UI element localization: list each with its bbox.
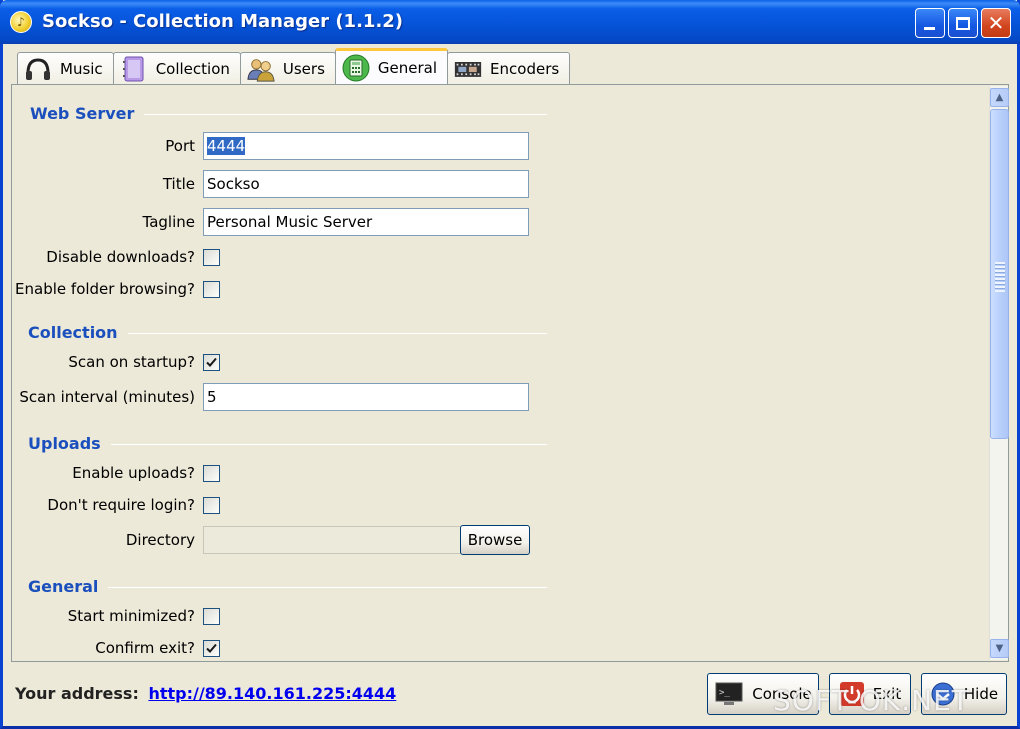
no-login-label: Don't require login? <box>47 496 195 514</box>
app-window: ♪ Sockso - Collection Manager (1.1.2) ✕ … <box>0 0 1020 729</box>
watermark: SOFT-OK.NET <box>773 684 970 717</box>
address-link[interactable]: http://89.140.161.225:4444 <box>148 684 396 703</box>
arrow-down-icon: ▼ <box>995 643 1004 654</box>
headphones-icon <box>24 56 52 82</box>
sockso-app-icon[interactable]: ♪ <box>10 11 32 33</box>
uploads-heading: Uploads <box>28 434 111 453</box>
maximize-button[interactable] <box>948 8 978 38</box>
grip-icon <box>995 262 1005 292</box>
tagline-input[interactable]: Personal Music Server <box>203 208 529 236</box>
window-title: Sockso - Collection Manager (1.1.2) <box>42 11 404 32</box>
start-minimized-label: Start minimized? <box>67 607 195 625</box>
checkmark-icon <box>206 357 217 367</box>
tab-music-label: Music <box>60 59 103 78</box>
confirm-exit-label: Confirm exit? <box>95 639 195 657</box>
checkmark-icon <box>206 643 217 653</box>
address-label: Your address: <box>15 684 139 703</box>
svg-text:>_: >_ <box>719 688 730 698</box>
address-bar: Your address: http://89.140.161.225:4444 <box>15 684 396 703</box>
close-button[interactable]: ✕ <box>981 8 1011 38</box>
browse-button[interactable]: Browse <box>460 525 530 555</box>
vertical-scrollbar[interactable]: ▲ ▼ <box>989 86 1009 660</box>
title-input[interactable]: Sockso <box>203 170 529 198</box>
port-input[interactable]: 4444 <box>203 132 529 160</box>
port-value: 4444 <box>207 137 246 155</box>
tagline-label: Tagline <box>142 213 195 231</box>
minimize-button[interactable] <box>915 8 945 38</box>
folder-browsing-checkbox[interactable] <box>203 281 220 298</box>
tab-users-label: Users <box>282 59 325 78</box>
tab-bar: Music Collection Users General Encoders <box>17 48 571 84</box>
general-heading: General <box>28 577 109 596</box>
title-label: Title <box>162 175 195 193</box>
calculator-icon <box>342 54 370 81</box>
enable-uploads-checkbox[interactable] <box>203 465 220 482</box>
port-label: Port <box>165 137 195 155</box>
disable-downloads-checkbox[interactable] <box>203 249 220 266</box>
scan-startup-label: Scan on startup? <box>68 353 195 371</box>
scroll-down-button[interactable]: ▼ <box>990 639 1009 658</box>
scan-startup-checkbox[interactable] <box>203 354 220 371</box>
close-icon: ✕ <box>987 11 1005 35</box>
enable-uploads-label: Enable uploads? <box>72 464 195 482</box>
tab-general-label: General <box>377 58 438 77</box>
web-server-heading: Web Server <box>30 104 145 123</box>
tab-encoders-label: Encoders <box>490 59 560 78</box>
section-divider <box>122 333 547 334</box>
section-divider <box>104 587 547 588</box>
tab-collection-label: Collection <box>155 59 230 78</box>
minimize-icon <box>924 27 935 30</box>
folder-browsing-label: Enable folder browsing? <box>15 280 195 298</box>
directory-input[interactable] <box>203 526 461 554</box>
no-login-checkbox[interactable] <box>203 497 220 514</box>
users-icon <box>247 56 275 82</box>
confirm-exit-checkbox[interactable] <box>203 640 220 657</box>
scan-interval-label: Scan interval (minutes) <box>19 388 195 406</box>
tab-collection[interactable]: Collection <box>112 52 241 84</box>
settings-scroll-area[interactable]: Web Server Port 4444 Title Sockso Taglin… <box>12 85 988 661</box>
console-icon: >_ <box>715 682 743 705</box>
start-minimized-checkbox[interactable] <box>203 608 220 625</box>
film-icon <box>454 56 482 82</box>
section-divider <box>132 114 547 115</box>
arrow-up-icon: ▲ <box>995 92 1004 103</box>
section-divider <box>104 444 547 445</box>
title-bar[interactable]: ♪ Sockso - Collection Manager (1.1.2) ✕ <box>0 0 1020 44</box>
collection-heading: Collection <box>28 323 128 342</box>
tab-users[interactable]: Users <box>239 52 336 84</box>
settings-panel: Web Server Port 4444 Title Sockso Taglin… <box>11 84 1009 662</box>
disable-downloads-label: Disable downloads? <box>46 248 195 266</box>
tab-music[interactable]: Music <box>17 52 114 84</box>
maximize-icon <box>956 16 970 30</box>
tab-general[interactable]: General <box>334 48 449 84</box>
scroll-up-button[interactable]: ▲ <box>990 88 1009 107</box>
notebook-icon <box>120 56 148 82</box>
tab-encoders[interactable]: Encoders <box>447 52 571 84</box>
scan-interval-input[interactable]: 5 <box>203 383 529 411</box>
scroll-thumb[interactable] <box>990 109 1009 439</box>
directory-label: Directory <box>125 531 195 549</box>
